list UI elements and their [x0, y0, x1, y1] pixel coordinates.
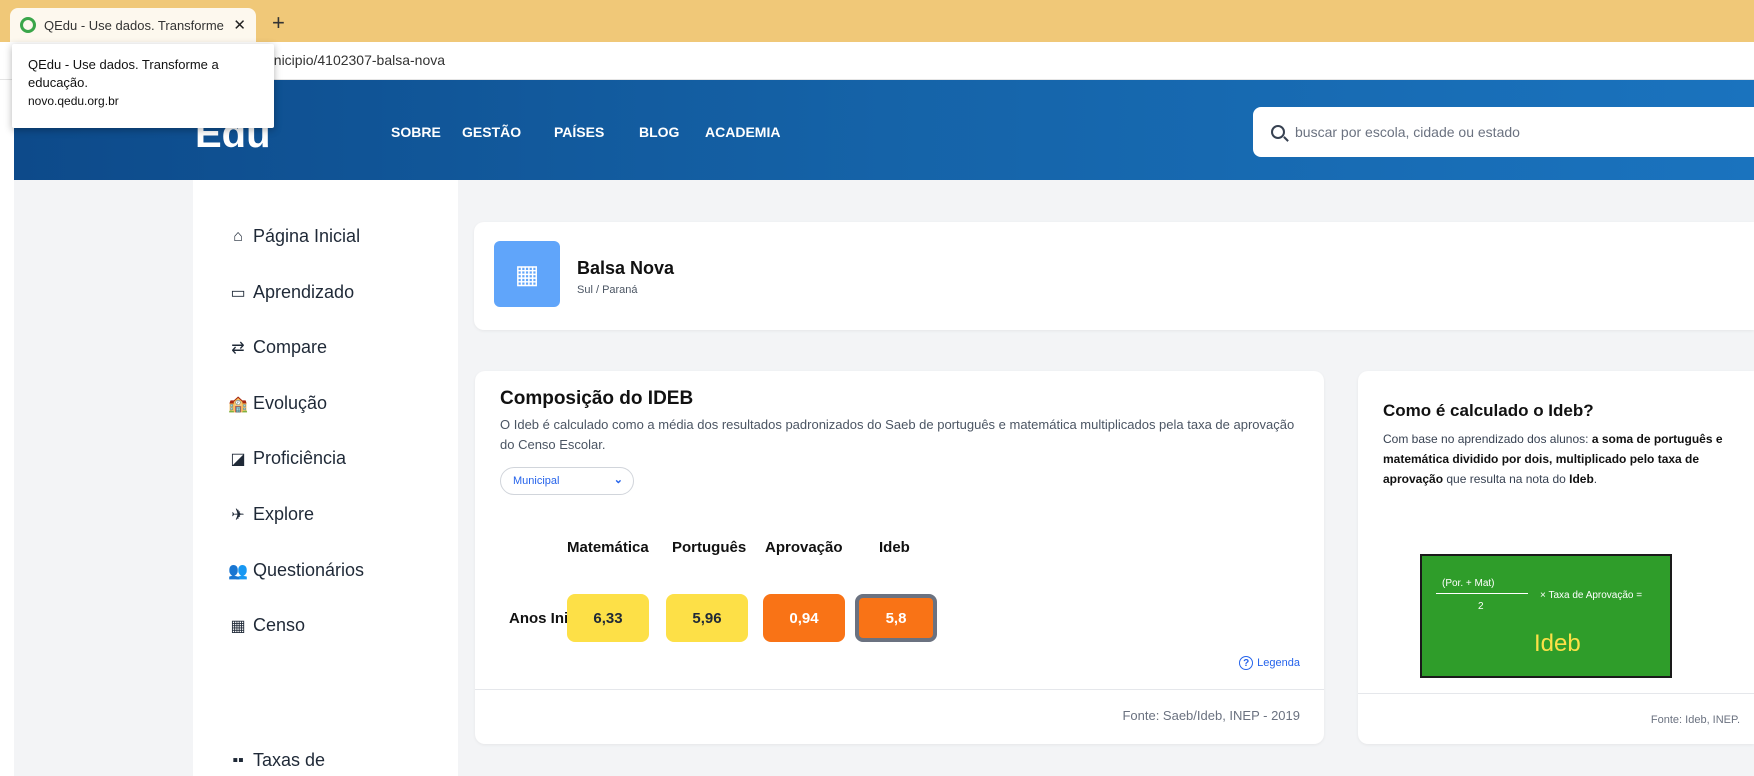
sidebar: ⌂ Página Inicial ▭ Aprendizado ⇄ Compare 🏫 E… — [193, 180, 458, 776]
close-tab-icon[interactable]: ✕ — [233, 16, 246, 34]
network-select-value: Municipal — [513, 475, 560, 487]
sidebar-item-label: Compare — [253, 337, 328, 357]
sidebar-item-explore[interactable]: ✈ Explore — [227, 504, 314, 525]
calc-description: Com base no aprendizado dos alunos: a so… — [1383, 432, 1723, 486]
arrows-icon: ⇄ — [231, 339, 245, 357]
divider — [475, 689, 1324, 690]
ideb-source: Fonte: Saeb/Ideb, INEP - 2019 — [1122, 708, 1300, 723]
sidebar-item-label: Censo — [253, 615, 306, 635]
network-select[interactable]: Municipal ⌄ — [500, 467, 634, 495]
chalkboard-formula-image: (Por. + Mat) 2 × Taxa de Aprovação = Ide… — [1420, 554, 1672, 678]
school-icon: 🏫 — [228, 395, 248, 413]
browser-tab[interactable]: QEdu - Use dados. Transforme a ✕ — [10, 8, 256, 42]
search-icon — [1271, 125, 1285, 139]
city-name: Balsa Nova — [577, 258, 675, 278]
column-header-matematica: Matemática — [567, 539, 649, 556]
ideb-title: Composição do IDEB — [500, 388, 694, 409]
building-icon: ▦ — [494, 241, 560, 307]
search-placeholder: buscar por escola, cidade ou estado — [1295, 124, 1520, 140]
column-header-aprovacao: Aprovação — [765, 539, 843, 556]
ideb-composition-card: Composição do IDEB O Ideb é calculado co… — [475, 371, 1324, 744]
score-matematica: 6,33 — [567, 594, 649, 642]
score-ideb: 5,8 — [855, 594, 937, 642]
calc-source: Fonte: Ideb, INEP. — [1650, 714, 1740, 726]
column-header-portugues: Português — [672, 539, 747, 556]
search-input[interactable]: buscar por escola, cidade ou estado — [1253, 107, 1754, 157]
book-icon: ▭ — [230, 284, 246, 302]
tooltip-title: QEdu - Use dados. Transforme a educação. — [28, 57, 219, 90]
tooltip-domain: novo.qedu.org.br — [28, 94, 119, 108]
nav-blog[interactable]: BLOG — [639, 124, 679, 140]
new-tab-button[interactable]: + — [272, 10, 285, 36]
sidebar-item-label: Evolução — [253, 393, 328, 413]
sidebar-item-proficiencia[interactable]: ◪ Proficiência — [227, 448, 346, 469]
sidebar-item-aprendizado[interactable]: ▭ Aprendizado — [227, 282, 354, 303]
city-region: Sul / Paraná — [577, 284, 638, 296]
browser-tab-bar: QEdu - Use dados. Transforme a ✕ + — [0, 0, 1754, 42]
census-icon: ▦ — [230, 617, 246, 635]
sidebar-item-label: Página Inicial — [253, 226, 361, 246]
home-icon: ⌂ — [233, 227, 243, 245]
formula-numerator: (Por. + Mat) — [1442, 578, 1495, 589]
calc-title: Como é calculado o Ideb? — [1383, 401, 1594, 420]
tab-title: QEdu - Use dados. Transforme a — [44, 17, 228, 33]
formula-result: Ideb — [1534, 630, 1581, 657]
score-aprovacao: 0,94 — [763, 594, 845, 642]
column-header-ideb: Ideb — [879, 539, 910, 556]
sidebar-item-label: Proficiência — [253, 448, 347, 468]
legend-label: Legenda — [1257, 657, 1300, 669]
tab-tooltip: QEdu - Use dados. Transforme a educação.… — [12, 44, 274, 128]
sidebar-item-evolucao[interactable]: 🏫 Evolução — [227, 393, 327, 414]
ideb-calculation-card: Como é calculado o Ideb? Com base no apr… — [1358, 371, 1754, 744]
telescope-icon: ✈ — [231, 506, 245, 524]
rates-icon: ▪▪ — [232, 751, 244, 769]
sidebar-item-label: Taxas de — [253, 750, 326, 770]
qedu-favicon-icon — [20, 17, 36, 33]
ideb-description: O Ideb é calculado como a média dos resu… — [500, 417, 1295, 452]
sidebar-item-label: Aprendizado — [253, 282, 355, 302]
formula-multiplier: × Taxa de Aprovação = — [1540, 590, 1643, 601]
formula-denominator: 2 — [1478, 601, 1484, 612]
divider — [1358, 693, 1754, 694]
nav-paises[interactable]: PAÍSES — [554, 124, 604, 140]
help-icon: ? — [1239, 656, 1254, 670]
users-icon: 👥 — [228, 562, 248, 580]
sidebar-item-label: Questionários — [253, 560, 365, 580]
fraction-line — [1436, 593, 1528, 594]
sidebar-item-compare[interactable]: ⇄ Compare — [227, 337, 327, 358]
proficiency-icon: ◪ — [230, 450, 246, 468]
sidebar-item-taxas[interactable]: ▪▪ Taxas de — [227, 750, 325, 771]
legend-link[interactable]: ? Legenda — [1239, 656, 1300, 670]
city-card: ▦ Balsa Nova Sul / Paraná — [474, 222, 1754, 330]
nav-academia[interactable]: ACADEMIA — [705, 124, 780, 140]
nav-gestao[interactable]: GESTÃO — [462, 124, 521, 140]
sidebar-item-questionarios[interactable]: 👥 Questionários — [227, 560, 364, 581]
chevron-down-icon: ⌄ — [613, 474, 623, 486]
nav-sobre[interactable]: SOBRE — [391, 124, 441, 140]
sidebar-item-label: Explore — [253, 504, 315, 524]
url-text: unicipio/4102307-balsa-nova — [266, 52, 446, 68]
sidebar-item-censo[interactable]: ▦ Censo — [227, 615, 305, 636]
sidebar-item-pagina-inicial[interactable]: ⌂ Página Inicial — [227, 226, 360, 247]
score-portugues: 5,96 — [666, 594, 748, 642]
